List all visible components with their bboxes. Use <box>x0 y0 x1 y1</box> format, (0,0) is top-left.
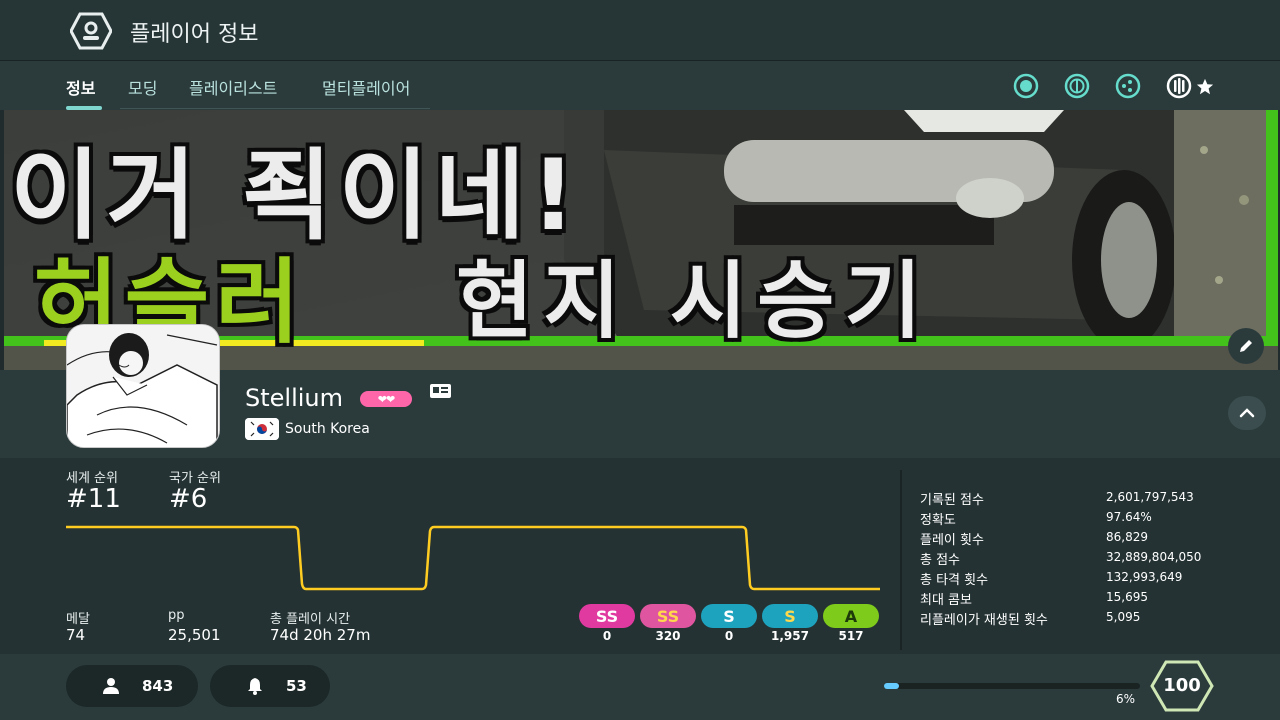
grade-sh-count: 0 <box>724 629 734 643</box>
catch-icon[interactable] <box>1115 73 1141 99</box>
avatar-illustration <box>67 325 219 447</box>
grade-badge-ss: SS <box>640 604 696 628</box>
player-info-icon <box>70 12 112 50</box>
grade-s-label: S <box>784 606 796 626</box>
level-progress-bar <box>884 683 1140 689</box>
username: Stellium <box>245 384 344 412</box>
country-name[interactable]: South Korea <box>285 421 370 437</box>
stat-value-replays-watched: 5,095 <box>1106 610 1141 624</box>
medals-label: 메달 <box>66 612 90 627</box>
followers-count: 843 <box>142 677 174 695</box>
stat-label-total-score: 총 점수 <box>920 553 961 568</box>
pencil-icon <box>1240 340 1252 352</box>
medals-value: 74 <box>66 626 86 644</box>
stat-label-max-combo: 최대 콤보 <box>920 593 972 608</box>
user-card-icon[interactable] <box>430 384 451 398</box>
global-rank-value: #11 <box>66 484 121 514</box>
cover-text-line2: 현지 시승기 <box>456 252 932 350</box>
default-mode-star-icon <box>1196 78 1214 95</box>
osu-icon[interactable] <box>1013 73 1039 99</box>
mapping-subscribers-button[interactable]: 53 <box>210 665 330 707</box>
taiko-icon[interactable] <box>1064 73 1090 99</box>
user-icon <box>103 678 119 694</box>
pp-label: pp <box>168 608 185 623</box>
stat-label-play-count: 플레이 횟수 <box>920 533 984 548</box>
collapse-header-button[interactable] <box>1228 396 1266 430</box>
playtime-label: 총 플레이 시간 <box>270 612 351 627</box>
stat-label-total-hits: 총 타격 횟수 <box>920 573 989 588</box>
rank-history-graph[interactable] <box>66 520 880 595</box>
followers-button[interactable]: 843 <box>66 665 198 707</box>
tabs-divider <box>120 108 430 109</box>
avatar[interactable] <box>66 324 220 448</box>
tab-modding[interactable]: 모딩 <box>128 75 157 99</box>
country-rank-value: #6 <box>169 484 208 514</box>
grade-a-count: 517 <box>838 629 864 643</box>
stat-value-max-combo: 15,695 <box>1106 590 1148 604</box>
tab-playlists[interactable]: 플레이리스트 <box>189 75 277 99</box>
rank-history-line <box>66 525 880 591</box>
level-progress-label: 6% <box>1116 692 1136 706</box>
grade-ss-count: 320 <box>655 629 681 643</box>
stat-label-replays-watched: 리플레이가 재생된 횟수 <box>920 613 1048 628</box>
grade-ss-label: SS <box>656 606 680 626</box>
tab-multiplayer[interactable]: 멀티플레이어 <box>322 75 410 99</box>
grade-sh-label: S <box>723 606 735 626</box>
edit-cover-button[interactable] <box>1228 328 1264 364</box>
grade-badge-ssh: SS <box>579 604 635 628</box>
tab-bar: 정보 모딩 플레이리스트 멀티플레이어 <box>0 60 1280 110</box>
grade-a-label: A <box>844 606 858 626</box>
stat-value-play-count: 86,829 <box>1106 530 1148 544</box>
stat-value-accuracy: 97.64% <box>1106 510 1152 524</box>
stat-label-ranked-score: 기록된 점수 <box>920 493 984 508</box>
stats-divider <box>900 470 902 650</box>
grade-badge-sh: S <box>701 604 757 628</box>
pp-value: 25,501 <box>168 626 221 644</box>
grade-badge-a: A <box>823 604 879 628</box>
stat-value-total-hits: 132,993,649 <box>1106 570 1183 584</box>
mania-icon[interactable] <box>1166 73 1192 99</box>
chevron-up-icon <box>1239 408 1255 418</box>
page-title: 플레이어 정보 <box>130 22 259 47</box>
title-bar: 플레이어 정보 <box>0 0 1280 60</box>
stat-value-ranked-score: 2,601,797,543 <box>1106 490 1194 504</box>
grade-badge-s: S <box>762 604 818 628</box>
grade-ssh-count: 0 <box>602 629 612 643</box>
level-value: 100 <box>1163 675 1201 696</box>
grade-s-count: 1,957 <box>771 629 809 643</box>
playtime-value: 74d 20h 27m <box>270 626 371 644</box>
mapping-subscribers-count: 53 <box>286 677 307 695</box>
bell-icon <box>248 678 262 695</box>
supporter-badge[interactable]: ❤❤ <box>360 391 412 407</box>
stat-label-accuracy: 정확도 <box>920 513 956 528</box>
grade-ssh-label: SS <box>595 606 619 626</box>
country-flag-icon[interactable] <box>245 418 279 440</box>
level-progress-fill <box>884 683 899 689</box>
tab-info[interactable]: 정보 <box>66 75 95 99</box>
stat-value-total-score: 32,889,804,050 <box>1106 550 1202 564</box>
